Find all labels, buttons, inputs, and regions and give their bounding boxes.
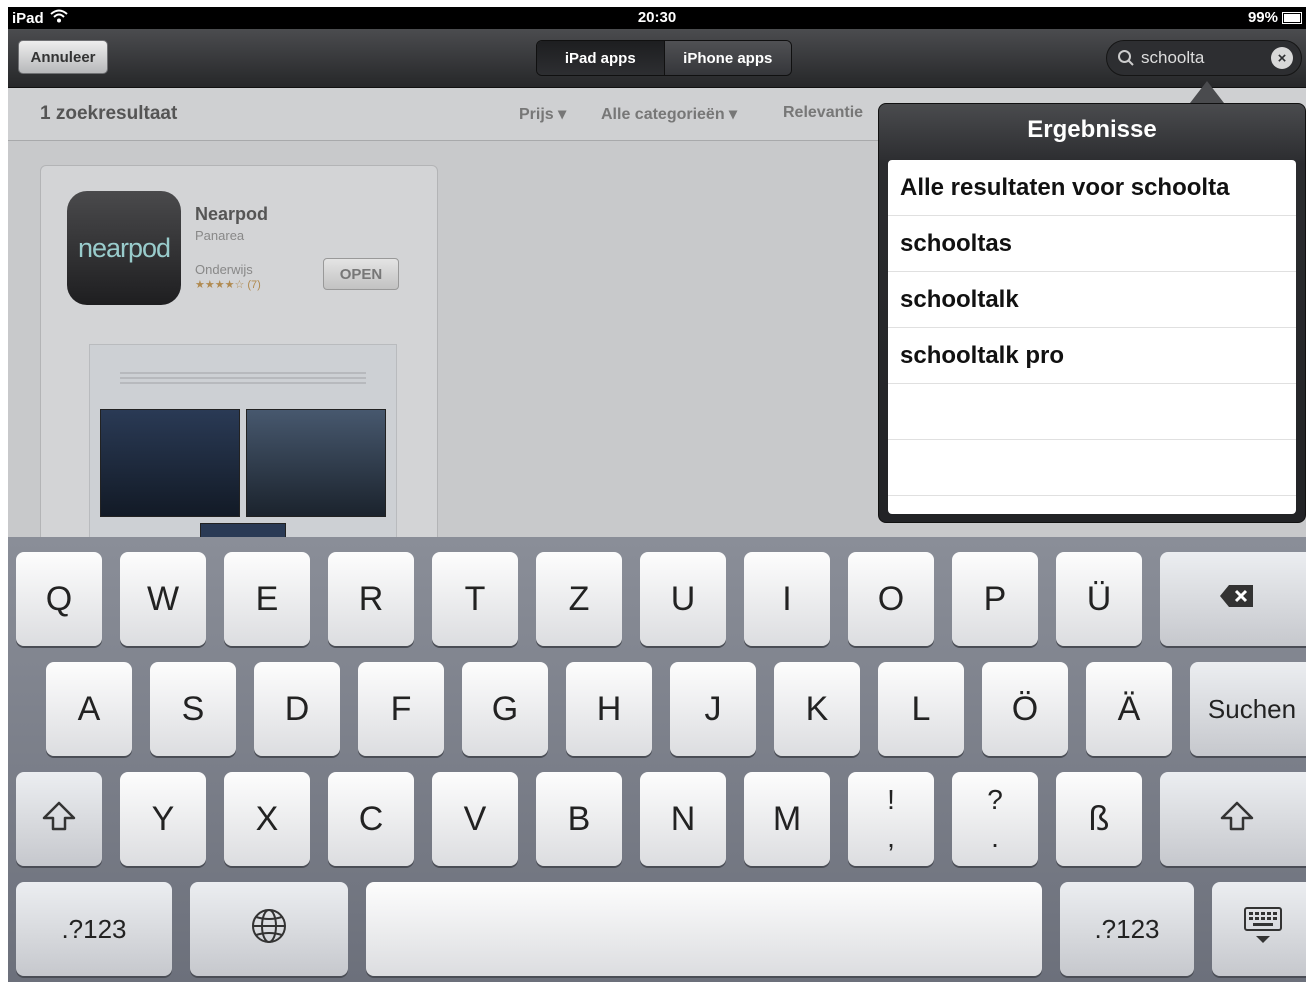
- battery-icon: [1282, 11, 1302, 24]
- suggestion-item[interactable]: schooltas: [888, 216, 1296, 272]
- status-bar: iPad 20:30 99%: [8, 7, 1306, 29]
- key-eszett[interactable]: ß: [1056, 772, 1142, 866]
- key-w[interactable]: W: [120, 552, 206, 646]
- key-a[interactable]: A: [46, 662, 132, 756]
- key-k[interactable]: K: [774, 662, 860, 756]
- key-q[interactable]: Q: [16, 552, 102, 646]
- key-v[interactable]: V: [432, 772, 518, 866]
- shift-key-left[interactable]: [16, 772, 102, 866]
- suggestion-item[interactable]: schooltalk pro: [888, 328, 1296, 384]
- key-r[interactable]: R: [328, 552, 414, 646]
- key-t[interactable]: T: [432, 552, 518, 646]
- segment-iphone-apps[interactable]: iPhone apps: [663, 41, 791, 75]
- search-key[interactable]: Suchen: [1190, 662, 1306, 756]
- screenshot-thumbnail: [100, 409, 240, 517]
- suggestions-list: Alle resultaten voor schoolta schooltas …: [888, 160, 1296, 514]
- key-m[interactable]: M: [744, 772, 830, 866]
- key-e[interactable]: E: [224, 552, 310, 646]
- search-icon: [1117, 49, 1135, 67]
- navigation-bar: Annuleer iPad apps iPhone apps schoolta …: [8, 29, 1306, 88]
- key-a-umlaut[interactable]: Ä: [1086, 662, 1172, 756]
- key-o-umlaut[interactable]: Ö: [982, 662, 1068, 756]
- suggestion-empty-row: [888, 384, 1296, 440]
- key-d[interactable]: D: [254, 662, 340, 756]
- key-o[interactable]: O: [848, 552, 934, 646]
- key-u-umlaut[interactable]: Ü: [1056, 552, 1142, 646]
- key-j[interactable]: J: [670, 662, 756, 756]
- app-name[interactable]: Nearpod: [195, 204, 268, 225]
- screenshot-caption: [120, 369, 366, 387]
- app-result-card[interactable]: nearpod Nearpod Panarea Onderwijs ★★★★☆ …: [40, 165, 438, 556]
- clock: 20:30: [637, 9, 677, 26]
- app-icon[interactable]: nearpod: [67, 191, 181, 305]
- key-i[interactable]: I: [744, 552, 830, 646]
- key-l[interactable]: L: [878, 662, 964, 756]
- key-y[interactable]: Y: [120, 772, 206, 866]
- backspace-key[interactable]: [1160, 552, 1306, 646]
- key-z[interactable]: Z: [536, 552, 622, 646]
- search-input-value[interactable]: schoolta: [1141, 48, 1271, 68]
- key-h[interactable]: H: [566, 662, 652, 756]
- popover-title: Ergebnisse: [1027, 116, 1157, 143]
- ipad-screen: iPad 20:30 99% Annuleer iPad apps iPhone…: [8, 7, 1306, 982]
- segment-ipad-apps[interactable]: iPad apps: [537, 41, 664, 75]
- app-icon-logo: nearpod: [77, 232, 171, 263]
- open-button[interactable]: OPEN: [323, 258, 399, 290]
- key-question-period[interactable]: ?.: [952, 772, 1038, 866]
- key-b[interactable]: B: [536, 772, 622, 866]
- key-upper-glyph: !: [887, 784, 895, 815]
- key-n[interactable]: N: [640, 772, 726, 866]
- app-developer: Panarea: [195, 228, 245, 243]
- screenshot-thumbnail: [246, 409, 386, 517]
- globe-icon: [250, 907, 288, 952]
- key-c[interactable]: C: [328, 772, 414, 866]
- shift-icon: [42, 801, 76, 838]
- suggestion-item[interactable]: schooltalk: [888, 272, 1296, 328]
- numbers-key-right[interactable]: .?123: [1060, 882, 1194, 976]
- key-x[interactable]: X: [224, 772, 310, 866]
- key-exclamation-comma[interactable]: !,: [848, 772, 934, 866]
- space-bar[interactable]: [366, 882, 1042, 976]
- clear-search-icon[interactable]: ×: [1271, 47, 1293, 69]
- app-rating: ★★★★☆ (7): [195, 279, 261, 291]
- cancel-button[interactable]: Annuleer: [18, 40, 108, 74]
- suggestion-all-results[interactable]: Alle resultaten voor schoolta: [888, 160, 1296, 216]
- price-filter[interactable]: Prijs ▾: [519, 104, 566, 124]
- key-s[interactable]: S: [150, 662, 236, 756]
- numbers-key-left[interactable]: .?123: [16, 882, 172, 976]
- sort-filter[interactable]: Relevantie: [783, 104, 863, 122]
- suggestion-empty-row: [888, 440, 1296, 496]
- key-lower-glyph: ,: [887, 822, 895, 853]
- search-field[interactable]: schoolta ×: [1106, 40, 1302, 76]
- search-suggestions-popover: Ergebnisse Alle resultaten voor schoolta…: [878, 103, 1306, 523]
- result-count: 1 zoekresultaat: [40, 103, 178, 124]
- key-lower-glyph: .: [991, 822, 999, 853]
- shift-icon: [1220, 801, 1254, 838]
- globe-key[interactable]: [190, 882, 348, 976]
- app-screenshot[interactable]: [89, 344, 397, 556]
- key-g[interactable]: G: [462, 662, 548, 756]
- app-category: Onderwijs: [195, 262, 253, 277]
- key-p[interactable]: P: [952, 552, 1038, 646]
- hide-keyboard-key[interactable]: [1212, 882, 1306, 976]
- backspace-icon: [1219, 584, 1255, 615]
- device-segmented-control: iPad apps iPhone apps: [536, 40, 792, 76]
- key-u[interactable]: U: [640, 552, 726, 646]
- keyboard-hide-icon: [1241, 904, 1285, 955]
- shift-key-right[interactable]: [1160, 772, 1306, 866]
- popover-arrow: [1190, 81, 1224, 103]
- category-filter[interactable]: Alle categorieën ▾: [601, 104, 737, 124]
- on-screen-keyboard: Q W E R T Z U I O P Ü A S D F G H J K L …: [8, 537, 1306, 982]
- key-f[interactable]: F: [358, 662, 444, 756]
- battery-percent: 99%: [1247, 9, 1278, 26]
- key-upper-glyph: ?: [987, 784, 1003, 815]
